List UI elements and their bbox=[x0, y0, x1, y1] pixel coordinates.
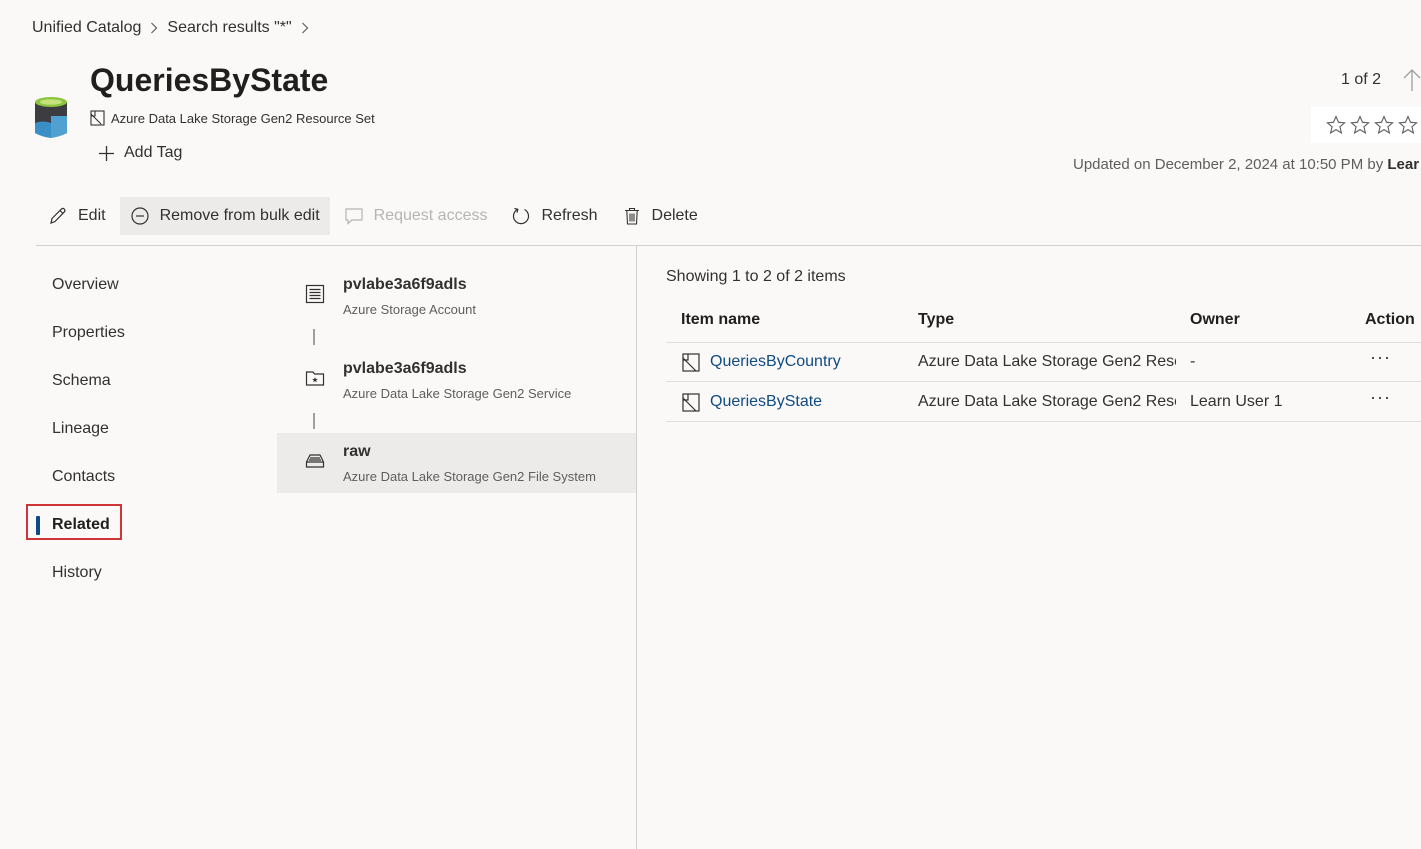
pencil-icon bbox=[50, 207, 66, 224]
item-name-link[interactable]: QueriesByCountry bbox=[710, 353, 841, 371]
hierarchy-item-name: pvlabe3a6f9adls bbox=[343, 360, 467, 377]
item-owner: Learn User 1 bbox=[1190, 393, 1283, 410]
column-header-owner[interactable]: Owner bbox=[1190, 311, 1240, 329]
add-tag-label: Add Tag bbox=[124, 144, 183, 161]
asset-type-label: Azure Data Lake Storage Gen2 Resource Se… bbox=[111, 110, 375, 126]
remove-from-bulk-edit-label: Remove from bulk edit bbox=[159, 207, 320, 224]
hierarchy-item-name: raw bbox=[343, 443, 371, 460]
nav-item-lineage[interactable]: Lineage bbox=[52, 420, 109, 438]
hierarchy-item-type: Azure Data Lake Storage Gen2 File System bbox=[343, 469, 596, 484]
more-actions-button[interactable]: ··· bbox=[1370, 347, 1391, 368]
refresh-label: Refresh bbox=[541, 207, 598, 224]
star-icon[interactable] bbox=[1350, 115, 1370, 135]
updated-info: Updated on December 2, 2024 at 10:50 PM … bbox=[1073, 156, 1419, 173]
storage-account-icon bbox=[305, 284, 325, 309]
hierarchy-item-name: pvlabe3a6f9adls bbox=[343, 276, 467, 293]
nav-item-schema[interactable]: Schema bbox=[52, 372, 111, 390]
file-system-icon bbox=[305, 451, 325, 476]
minus-circle-icon bbox=[130, 207, 149, 225]
page-title: QueriesByState bbox=[90, 62, 329, 98]
hierarchy-connector bbox=[313, 413, 315, 429]
toolbar: Edit Remove from bulk edit Request acces… bbox=[38, 197, 712, 235]
hierarchy-item[interactable]: pvlabe3a6f9adls Azure Data Lake Storage … bbox=[277, 350, 636, 410]
column-header-item-name[interactable]: Item name bbox=[681, 311, 760, 329]
star-icon[interactable] bbox=[1398, 115, 1418, 135]
item-name-link[interactable]: QueriesByState bbox=[710, 393, 822, 411]
item-type: Azure Data Lake Storage Gen2 Resource Se… bbox=[918, 353, 1176, 370]
updated-by[interactable]: Lear bbox=[1387, 156, 1419, 173]
resource-set-icon bbox=[682, 393, 700, 417]
divider bbox=[36, 245, 1421, 246]
data-lake-cylinder-icon bbox=[34, 96, 68, 139]
star-icon[interactable] bbox=[1326, 115, 1346, 135]
divider bbox=[666, 342, 1421, 343]
refresh-icon bbox=[513, 207, 530, 225]
column-header-action: Action bbox=[1365, 311, 1415, 328]
nav-item-history[interactable]: History bbox=[52, 564, 102, 582]
edit-button[interactable]: Edit bbox=[38, 197, 116, 235]
divider bbox=[666, 421, 1421, 422]
hierarchy-item-type: Azure Storage Account bbox=[343, 302, 476, 317]
refresh-button[interactable]: Refresh bbox=[501, 197, 607, 235]
showing-count: Showing 1 to 2 of 2 items bbox=[666, 268, 846, 285]
remove-from-bulk-edit-button[interactable]: Remove from bulk edit bbox=[119, 197, 330, 235]
hierarchy-item-type: Azure Data Lake Storage Gen2 Service bbox=[343, 386, 572, 401]
hierarchy-item[interactable]: pvlabe3a6f9adls Azure Storage Account bbox=[277, 266, 636, 326]
chevron-right-icon bbox=[150, 22, 158, 34]
star-rating[interactable] bbox=[1311, 107, 1421, 143]
more-actions-button[interactable]: ··· bbox=[1370, 387, 1391, 408]
highlight-box bbox=[26, 504, 122, 540]
delete-label: Delete bbox=[651, 207, 698, 224]
folder-service-icon bbox=[305, 368, 325, 393]
request-access-button[interactable]: Request access bbox=[334, 197, 498, 235]
delete-button[interactable]: Delete bbox=[612, 197, 708, 235]
resource-set-icon bbox=[682, 353, 700, 377]
item-owner: - bbox=[1190, 353, 1196, 370]
arrow-up-icon[interactable] bbox=[1403, 68, 1421, 97]
hierarchy-item-selected[interactable]: raw Azure Data Lake Storage Gen2 File Sy… bbox=[277, 433, 636, 493]
breadcrumb-search-results[interactable]: Search results "*" bbox=[167, 19, 291, 37]
edit-label: Edit bbox=[78, 207, 106, 224]
divider bbox=[666, 381, 1421, 382]
request-access-label: Request access bbox=[373, 207, 488, 224]
updated-text: Updated on December 2, 2024 at 10:50 PM … bbox=[1073, 156, 1384, 173]
nav-item-properties[interactable]: Properties bbox=[52, 324, 125, 342]
divider bbox=[636, 246, 637, 849]
column-header-type[interactable]: Type bbox=[918, 311, 954, 329]
nav-item-contacts[interactable]: Contacts bbox=[52, 468, 115, 486]
chat-bubble-icon bbox=[345, 208, 363, 225]
resource-set-icon bbox=[90, 110, 105, 126]
item-type: Azure Data Lake Storage Gen2 Resource Se… bbox=[918, 393, 1176, 410]
asset-type: Azure Data Lake Storage Gen2 Resource Se… bbox=[90, 110, 375, 126]
result-pager: 1 of 2 bbox=[1341, 71, 1382, 88]
nav-item-overview[interactable]: Overview bbox=[52, 276, 119, 294]
hierarchy-connector bbox=[313, 329, 315, 345]
star-icon[interactable] bbox=[1374, 115, 1394, 135]
trash-icon bbox=[624, 207, 639, 225]
breadcrumb: Unified Catalog Search results "*" bbox=[32, 19, 318, 37]
plus-icon bbox=[99, 145, 114, 161]
chevron-right-icon bbox=[301, 22, 309, 34]
add-tag-button[interactable]: Add Tag bbox=[98, 144, 182, 162]
breadcrumb-unified-catalog[interactable]: Unified Catalog bbox=[32, 19, 141, 37]
